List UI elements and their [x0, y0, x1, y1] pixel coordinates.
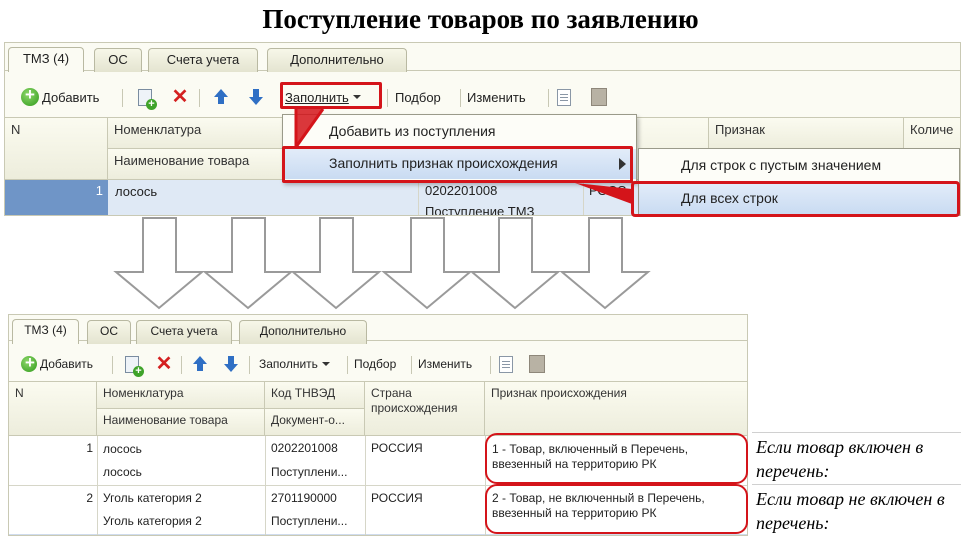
row-nomenclature: лосось [115, 184, 158, 199]
col-header-name[interactable]: Наименование товара [97, 409, 265, 436]
add-button[interactable]: Добавить [21, 84, 99, 110]
col-header-n[interactable]: N [5, 118, 108, 180]
highlight-submenu-item [631, 181, 960, 217]
move-down-button[interactable] [223, 351, 239, 377]
copy-add-button[interactable] [125, 351, 144, 377]
select-button[interactable]: Подбор [354, 351, 396, 377]
tab-tmz[interactable]: ТМЗ (4) [8, 47, 84, 72]
row-name: лосось [103, 465, 142, 479]
change-button[interactable]: Изменить [418, 351, 472, 377]
col-header-sign[interactable]: Признак происхождения [485, 382, 747, 436]
tab-accounts[interactable]: Счета учета [148, 48, 258, 72]
highlight-origin-row-1 [485, 433, 748, 484]
row-doc: Поступлени... [271, 514, 348, 528]
paste-icon [529, 355, 545, 373]
notes-area: Если товар включен в перечень: Если това… [752, 432, 961, 536]
col-header-nomenclature[interactable]: Номенклатура [97, 382, 265, 409]
arrow-up-icon [213, 88, 229, 106]
bottom-tabs: ТМЗ (4) ОС Счета учета Дополнительно [9, 315, 747, 344]
highlight-origin-row-2 [485, 484, 748, 534]
add-label: Добавить [40, 357, 94, 371]
col-header-n[interactable]: N [9, 382, 97, 436]
add-icon [21, 85, 39, 106]
page-title: Поступление товаров по заявлению [262, 4, 699, 34]
paste-button[interactable] [591, 84, 607, 110]
row-nomenclature: лосось [103, 442, 142, 456]
move-up-button[interactable] [213, 84, 229, 110]
copy-icon [499, 355, 513, 373]
tab-additional[interactable]: Дополнительно [267, 48, 407, 72]
delete-button[interactable]: ✕ [171, 84, 189, 110]
row-n: 1 [95, 183, 103, 198]
highlight-fill-button [280, 82, 382, 109]
col-header-doc[interactable]: Документ-о... [265, 409, 365, 436]
top-toolbar: Добавить ✕ Заполнить Подбор Изменить [5, 84, 960, 114]
row-code: 0202201008 [425, 183, 498, 198]
select-button[interactable]: Подбор [395, 84, 441, 110]
delete-button[interactable]: ✕ [155, 351, 173, 377]
menu-item-add-from-receipt-label: Добавить из поступления [329, 123, 496, 139]
copy-icon [557, 88, 571, 106]
bottom-toolbar: Добавить ✕ Заполнить Подбор Изменить [9, 351, 747, 381]
note-included: Если товар включен в перечень: [756, 437, 924, 481]
col-header-code[interactable]: Код ТНВЭД [265, 382, 365, 409]
add-label: Добавить [42, 89, 100, 105]
top-tabs: ТМЗ (4) ОС Счета учета Дополнительно [5, 43, 960, 72]
tab-additional[interactable]: Дополнительно [239, 320, 367, 344]
note-not-included: Если товар не включен в перечень: [756, 489, 945, 533]
copy-add-icon [138, 88, 157, 110]
arrow-down-icon [223, 355, 239, 373]
row-code: 0202201008 [271, 441, 338, 455]
row-name: Уголь категория 2 [103, 514, 202, 528]
move-up-button[interactable] [192, 351, 208, 377]
arrow-down-icon [248, 88, 264, 106]
submenu-item-empty-rows[interactable]: Для строк с пустым значением [639, 151, 959, 181]
fill-button[interactable]: Заполнить [259, 351, 330, 377]
move-down-button[interactable] [248, 84, 264, 110]
fill-label: Заполнить [259, 357, 318, 371]
row-country: РОССИЯ [371, 441, 423, 455]
add-icon [21, 353, 39, 373]
highlight-menu-item [282, 146, 633, 183]
row-nomenclature: Уголь категория 2 [103, 491, 202, 505]
add-button[interactable]: Добавить [21, 351, 93, 377]
row-country: РОСС [589, 183, 627, 198]
menu-item-add-from-receipt[interactable]: Добавить из поступления [283, 117, 636, 147]
paste-icon [591, 88, 607, 106]
delete-icon: ✕ [171, 86, 189, 108]
chevron-down-icon [321, 362, 330, 366]
delete-icon: ✕ [155, 353, 173, 375]
row-n: 2 [86, 491, 93, 505]
row-doc: Поступлени... [271, 465, 348, 479]
copy-button[interactable] [557, 84, 571, 110]
tab-os[interactable]: ОС [94, 48, 142, 72]
submenu-item-empty-rows-label: Для строк с пустым значением [681, 157, 882, 173]
copy-add-button[interactable] [138, 84, 157, 110]
copy-button[interactable] [499, 351, 513, 377]
tab-tmz[interactable]: ТМЗ (4) [12, 319, 79, 344]
tab-os[interactable]: ОС [87, 320, 131, 344]
row-n: 1 [86, 441, 93, 455]
copy-add-icon [125, 355, 144, 377]
row-code: 2701190000 [271, 491, 337, 505]
tab-accounts[interactable]: Счета учета [136, 320, 232, 344]
col-header-country[interactable]: Страна происхождения [365, 382, 485, 436]
down-arrows [113, 217, 651, 310]
paste-button[interactable] [529, 351, 545, 377]
col-header-sign[interactable]: Признак [709, 118, 904, 149]
row-country: РОССИЯ [371, 491, 423, 505]
arrow-up-icon [192, 355, 208, 373]
change-button[interactable]: Изменить [467, 84, 526, 110]
